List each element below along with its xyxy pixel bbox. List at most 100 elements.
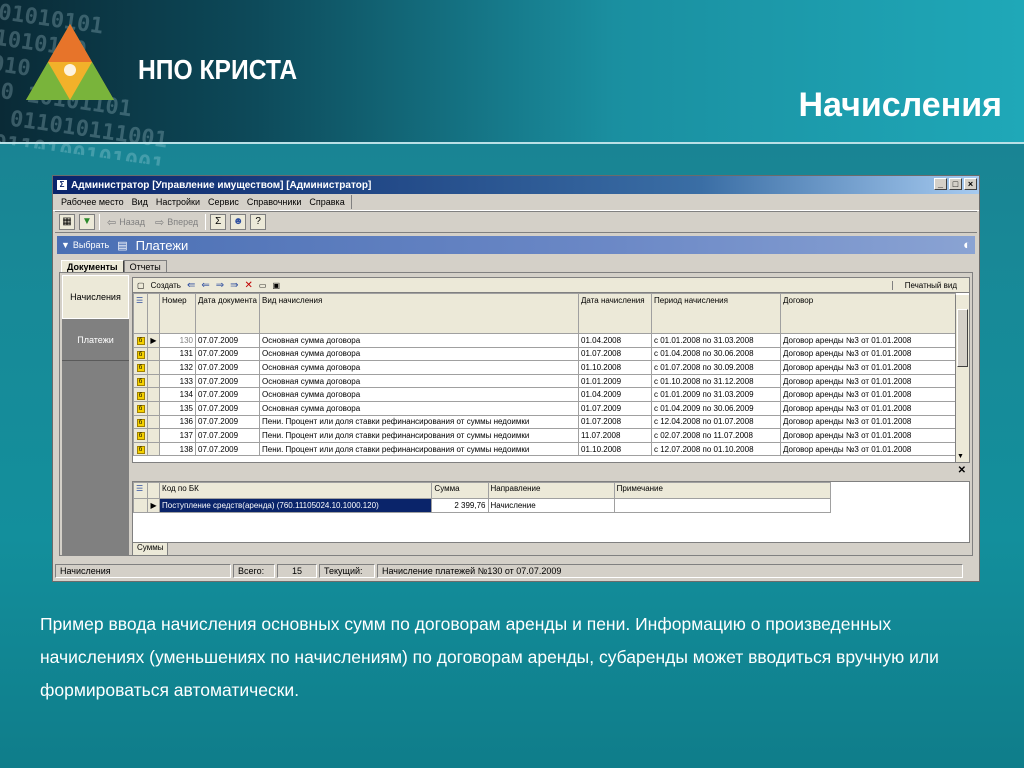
table-cell[interactable]: 11.07.2008 [578, 428, 652, 443]
table-cell[interactable]: Договор аренды №3 от 01.01.2008 [780, 387, 956, 402]
scrollbar-thumb[interactable] [957, 309, 968, 367]
table-cell[interactable]: 07.07.2009 [195, 414, 260, 430]
first-record-icon[interactable]: ⇚ [187, 280, 195, 291]
column-header[interactable]: Вид начисления [259, 293, 579, 334]
table-cell[interactable]: Начисление [487, 498, 615, 513]
table-cell[interactable]: Договор аренды №3 от 01.01.2008 [780, 360, 956, 375]
table-cell[interactable]: 135 [159, 400, 196, 416]
close-detail-icon[interactable]: ✕ [132, 465, 970, 479]
table-cell[interactable]: 01.04.2009 [578, 387, 652, 402]
last-record-icon[interactable]: ⇛ [230, 280, 238, 291]
table-cell[interactable]: Основная сумма договора [259, 400, 579, 416]
table-cell[interactable]: 130 [159, 333, 196, 348]
table-cell[interactable]: с 01.01.2008 по 31.03.2008 [651, 333, 781, 348]
globe-icon[interactable]: ◐ [963, 237, 971, 252]
table-cell[interactable]: 07.07.2009 [195, 387, 260, 402]
column-header[interactable]: Код по БК [159, 482, 433, 499]
column-header[interactable]: Договор [780, 293, 956, 334]
table-row[interactable]: б 131 07.07.2009 Основная сумма договора 01.… [133, 346, 956, 362]
minimize-button[interactable]: _ [934, 178, 947, 190]
table-cell[interactable]: с 12.07.2008 по 01.10.2008 [651, 441, 781, 457]
select-dropdown[interactable]: ▼ Выбрать [57, 240, 109, 250]
tab-amounts[interactable]: Суммы [132, 543, 169, 556]
table-cell[interactable]: 01.07.2008 [578, 346, 652, 362]
table-cell[interactable]: Основная сумма договора [259, 360, 579, 375]
table-cell[interactable]: Пени. Процент или доля ставки рефинансир… [259, 441, 579, 457]
column-chooser-icon[interactable]: ☰ [133, 293, 148, 334]
table-cell[interactable]: Основная сумма договора [259, 333, 579, 348]
table-cell[interactable]: 07.07.2009 [195, 333, 260, 348]
table-cell[interactable]: с 01.04.2008 по 30.06.2008 [651, 346, 781, 362]
next-record-icon[interactable]: ⇒ [216, 280, 224, 291]
table-cell[interactable]: Основная сумма договора [259, 387, 579, 402]
table-cell[interactable]: 01.07.2009 [578, 400, 652, 416]
card-view-icon[interactable]: ▭ [259, 281, 267, 290]
table-row[interactable]: б 135 07.07.2009 Основная сумма договора 01.… [133, 400, 956, 416]
table-cell[interactable]: с 12.04.2008 по 01.07.2008 [651, 414, 781, 430]
sidebar-item-payments[interactable]: Платежи [62, 319, 129, 361]
table-cell[interactable]: 01.10.2008 [578, 360, 652, 375]
menu-service[interactable]: Сервис [204, 197, 243, 207]
table-cell[interactable]: 131 [159, 346, 196, 362]
filter-icon[interactable]: ▼ [79, 214, 95, 230]
vertical-scrollbar[interactable]: ▼ [955, 295, 969, 462]
print-view-button[interactable]: Печатный вид [891, 280, 969, 290]
table-cell[interactable]: с 01.10.2008 по 31.12.2008 [651, 373, 781, 389]
table-cell[interactable]: 07.07.2009 [195, 373, 260, 389]
delete-icon[interactable]: ✕ [245, 280, 253, 291]
table-cell[interactable]: с 01.01.2009 по 31.03.2009 [651, 387, 781, 402]
table-row[interactable]: ▶ Поступление средств(аренда) (760.11105… [132, 498, 832, 513]
table-row[interactable]: б 138 07.07.2009 Пени. Процент или доля ста… [133, 441, 956, 457]
table-cell[interactable]: 132 [159, 360, 196, 375]
table-cell[interactable]: Договор аренды №3 от 01.01.2008 [780, 346, 956, 362]
table-cell[interactable]: 07.07.2009 [195, 441, 260, 457]
forward-button[interactable]: ⇨ Вперед [152, 216, 201, 229]
table-row[interactable]: б 132 07.07.2009 Основная сумма договора 01.… [133, 360, 956, 375]
export-icon[interactable]: ▣ [272, 281, 280, 290]
menu-reference[interactable]: Справочники [243, 197, 306, 207]
table-cell[interactable]: с 01.04.2009 по 30.06.2009 [651, 400, 781, 416]
table-cell[interactable]: 07.07.2009 [195, 428, 260, 443]
users-icon[interactable]: ☻ [230, 214, 247, 230]
table-cell[interactable]: 136 [159, 414, 196, 430]
table-cell[interactable]: 07.07.2009 [195, 400, 260, 416]
table-row[interactable]: б ▶ 130 07.07.2009 Основная сумма договора 01… [133, 333, 956, 348]
table-cell[interactable]: Договор аренды №3 от 01.01.2008 [780, 441, 956, 457]
table-row[interactable]: б 133 07.07.2009 Основная сумма договора 01.… [133, 373, 956, 389]
new-document-icon[interactable]: ▢ [137, 281, 145, 290]
column-header[interactable]: Сумма [431, 482, 489, 499]
menu-view[interactable]: Вид [128, 197, 152, 207]
help-icon[interactable]: ? [250, 214, 267, 230]
table-cell[interactable]: с 02.07.2008 по 11.07.2008 [651, 428, 781, 443]
table-cell[interactable]: с 01.07.2008 по 30.09.2008 [651, 360, 781, 375]
table-cell[interactable]: 07.07.2009 [195, 360, 260, 375]
table-cell[interactable]: Договор аренды №3 от 01.01.2008 [780, 428, 956, 443]
table-cell[interactable]: 2 399,76 [431, 498, 489, 513]
column-chooser-icon[interactable]: ☰ [132, 482, 149, 499]
table-cell[interactable]: Основная сумма договора [259, 346, 579, 362]
column-header[interactable]: Номер [159, 293, 196, 334]
table-row[interactable]: б 136 07.07.2009 Пени. Процент или доля ста… [133, 414, 956, 430]
table-cell[interactable]: Поступление средств(аренда) (760.1110502… [159, 498, 433, 513]
table-cell[interactable]: Договор аренды №3 от 01.01.2008 [780, 333, 956, 348]
table-cell[interactable]: Пени. Процент или доля ставки рефинансир… [259, 428, 579, 443]
table-cell[interactable]: 137 [159, 428, 196, 443]
column-header[interactable]: Примечание [613, 482, 832, 499]
properties-icon[interactable]: ▦ [59, 214, 75, 230]
table-cell[interactable]: 01.01.2009 [578, 373, 652, 389]
table-cell[interactable]: 134 [159, 387, 196, 402]
table-cell[interactable]: 01.04.2008 [578, 333, 652, 348]
table-cell[interactable]: Основная сумма договора [259, 373, 579, 389]
table-cell[interactable]: Договор аренды №3 от 01.01.2008 [780, 414, 956, 430]
column-header[interactable]: Период начисления [651, 293, 781, 334]
table-cell[interactable]: 01.10.2008 [578, 441, 652, 457]
table-cell[interactable]: Пени. Процент или доля ставки рефинансир… [259, 414, 579, 430]
scroll-down-icon[interactable]: ▼ [957, 453, 964, 460]
menu-settings[interactable]: Настройки [152, 197, 204, 207]
previous-record-icon[interactable]: ⇐ [201, 280, 209, 291]
table-cell[interactable]: Договор аренды №3 от 01.01.2008 [780, 373, 956, 389]
table-cell[interactable]: Договор аренды №3 от 01.01.2008 [780, 400, 956, 416]
close-button[interactable]: × [964, 178, 977, 190]
table-cell[interactable] [613, 498, 832, 513]
table-cell[interactable]: 07.07.2009 [195, 346, 260, 362]
